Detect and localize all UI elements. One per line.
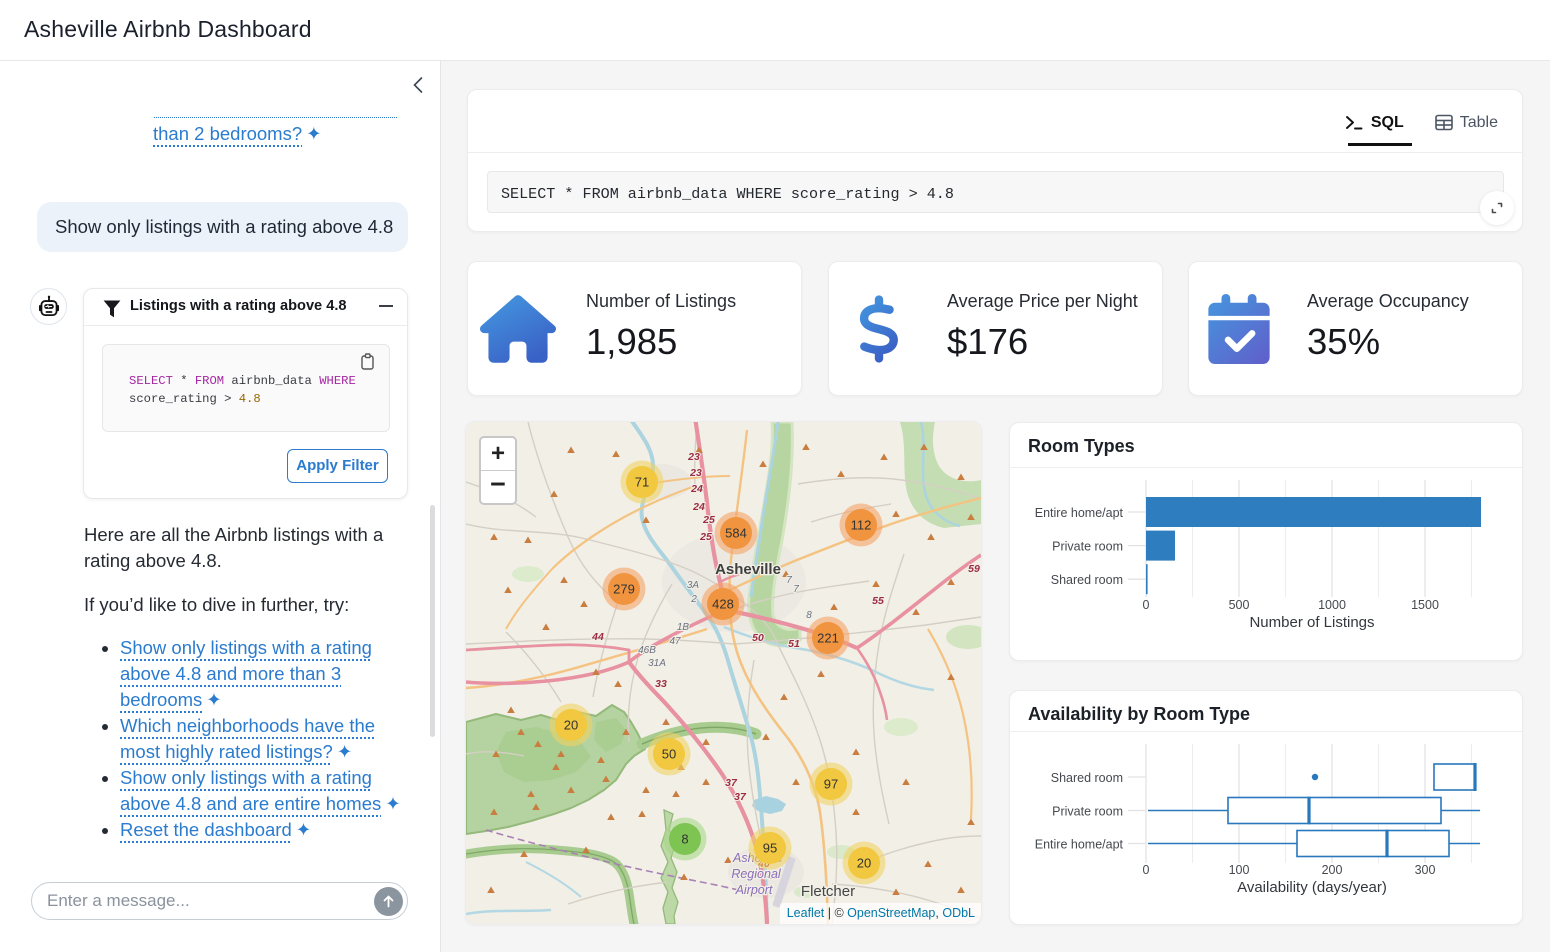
svg-text:Private room: Private room [1052,540,1123,554]
svg-text:25: 25 [702,514,715,526]
svg-text:7: 7 [786,575,792,586]
svg-text:300: 300 [1415,863,1436,877]
svg-text:25: 25 [699,531,712,543]
svg-text:31A: 31A [648,658,666,669]
svg-text:50: 50 [662,747,676,762]
svg-text:71: 71 [635,475,649,490]
svg-text:Fletcher: Fletcher [801,883,855,900]
svg-text:112: 112 [851,518,872,533]
svg-text:20: 20 [857,856,871,871]
svg-text:97: 97 [824,777,838,792]
svg-text:37: 37 [725,777,738,789]
svg-text:Airport: Airport [735,883,773,897]
svg-text:Shared room: Shared room [1051,771,1123,785]
svg-text:Entire home/apt: Entire home/apt [1035,506,1124,520]
svg-text:Regional: Regional [731,867,782,881]
svg-text:95: 95 [763,841,777,856]
svg-text:44: 44 [591,631,604,643]
svg-text:Asheville: Asheville [715,561,781,578]
svg-text:Shared room: Shared room [1051,573,1123,587]
svg-text:Private room: Private room [1052,805,1123,819]
svg-text:24: 24 [692,501,705,513]
svg-text:Entire home/apt: Entire home/apt [1035,838,1124,852]
svg-text:200: 200 [1322,863,1343,877]
svg-text:51: 51 [788,638,800,650]
svg-text:2: 2 [690,594,697,605]
svg-text:100: 100 [1229,863,1250,877]
svg-text:8: 8 [806,610,812,621]
svg-text:46B: 46B [638,645,656,656]
svg-text:221: 221 [817,631,839,646]
svg-text:37: 37 [734,791,747,803]
svg-text:23: 23 [689,467,702,479]
svg-text:33: 33 [655,678,667,690]
svg-text:0: 0 [1143,598,1150,612]
svg-text:50: 50 [752,632,764,644]
svg-text:1500: 1500 [1411,598,1439,612]
svg-text:0: 0 [1143,863,1150,877]
svg-text:Number of Listings: Number of Listings [1249,614,1374,631]
svg-text:59: 59 [968,563,980,575]
svg-text:Availability (days/year): Availability (days/year) [1237,879,1387,896]
svg-text:7: 7 [793,584,799,595]
svg-text:1000: 1000 [1318,598,1346,612]
svg-text:279: 279 [613,582,635,597]
svg-text:8: 8 [681,832,688,847]
svg-text:500: 500 [1229,598,1250,612]
svg-text:428: 428 [712,597,734,612]
svg-text:23: 23 [687,451,700,463]
svg-text:47: 47 [669,636,681,647]
svg-text:55: 55 [872,595,884,607]
svg-text:584: 584 [725,526,747,541]
svg-text:1B: 1B [677,622,690,633]
svg-text:20: 20 [564,718,578,733]
svg-text:3A: 3A [687,580,700,591]
svg-text:24: 24 [690,483,703,495]
